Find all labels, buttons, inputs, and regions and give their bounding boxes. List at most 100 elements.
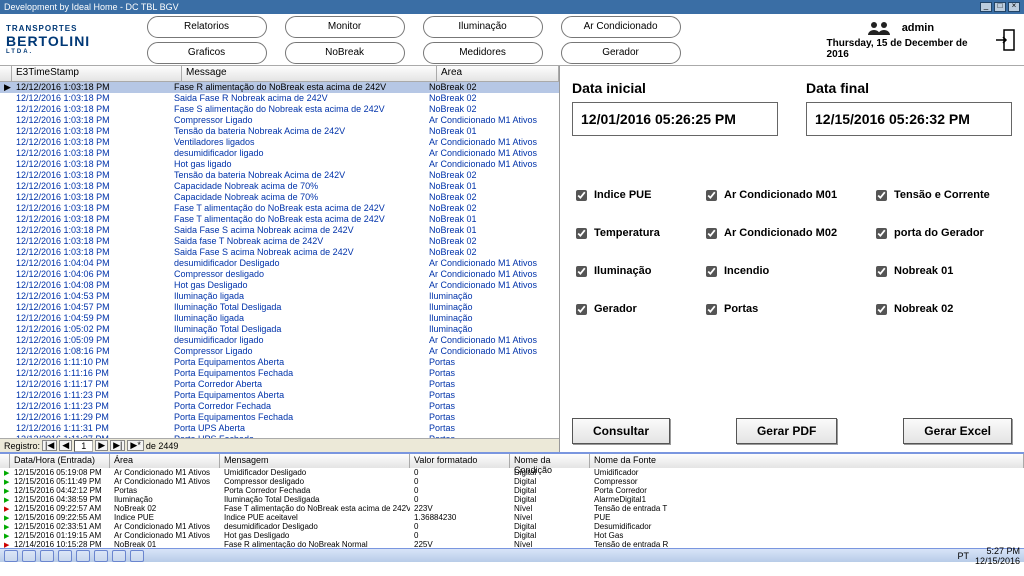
col-header-timestamp[interactable]: E3TimeStamp: [12, 66, 182, 81]
nav-stop[interactable]: ▶*: [127, 440, 143, 451]
table-row[interactable]: 12/12/2016 1:11:29 PMPorta Equipamentos …: [0, 412, 559, 423]
nav-relatorios[interactable]: Relatorios: [147, 16, 267, 38]
table-row[interactable]: 12/12/2016 1:03:18 PMSaida Fase R Nobrea…: [0, 93, 559, 104]
table-row[interactable]: 12/12/2016 1:05:02 PMIluminação Total De…: [0, 324, 559, 335]
checkbox-indice-pue[interactable]: Indice PUE: [572, 176, 702, 214]
nav-nobreak[interactable]: NoBreak: [285, 42, 405, 64]
alarm-row[interactable]: 12/14/2016 10:15:28 PMNoBreak 01Fase R a…: [0, 540, 1024, 548]
gerar-pdf-button[interactable]: Gerar PDF: [736, 418, 837, 444]
table-row[interactable]: 12/12/2016 1:11:31 PMPorta UPS AbertaPor…: [0, 423, 559, 434]
table-row[interactable]: 12/12/2016 1:04:06 PMCompressor desligad…: [0, 269, 559, 280]
table-row[interactable]: 12/12/2016 1:08:16 PMCompressor LigadoAr…: [0, 346, 559, 357]
bcol-mensagem[interactable]: Mensagem: [220, 454, 410, 468]
nav-prev[interactable]: ◀: [59, 440, 72, 451]
nav-medidores[interactable]: Medidores: [423, 42, 543, 64]
nav-graficos[interactable]: Graficos: [147, 42, 267, 64]
alarm-row[interactable]: 12/15/2016 05:11:49 PMAr Condicionado M1…: [0, 477, 1024, 486]
date-initial-field[interactable]: 12/01/2016 05:26:25 PM: [572, 102, 778, 136]
table-row[interactable]: 12/12/2016 1:03:18 PMSaida Fase S acima …: [0, 247, 559, 258]
taskbar-icon[interactable]: [130, 550, 144, 562]
table-row[interactable]: 12/12/2016 1:11:17 PMPorta Corredor Aber…: [0, 379, 559, 390]
table-row[interactable]: 12/12/2016 1:03:18 PMCapacidade Nobreak …: [0, 192, 559, 203]
taskbar-icon[interactable]: [40, 550, 54, 562]
nav-arcondicionado[interactable]: Ar Condicionado: [561, 16, 681, 38]
table-row[interactable]: 12/12/2016 1:11:16 PMPorta Equipamentos …: [0, 368, 559, 379]
checkbox-porta-do-gerador[interactable]: porta do Gerador: [872, 214, 1012, 252]
table-row[interactable]: 12/12/2016 1:04:08 PMHot gas DesligadoAr…: [0, 280, 559, 291]
table-row[interactable]: 12/12/2016 1:05:09 PMdesumidificador lig…: [0, 335, 559, 346]
table-row[interactable]: 12/12/2016 1:11:23 PMPorta Equipamentos …: [0, 390, 559, 401]
close-button[interactable]: ×: [1008, 2, 1020, 12]
bcol-condicao[interactable]: Nome da Condição: [510, 454, 590, 468]
taskbar-icon[interactable]: [58, 550, 72, 562]
logout-icon[interactable]: [993, 26, 1018, 54]
checkbox-temperatura[interactable]: Temperatura: [572, 214, 702, 252]
bcol-fonte[interactable]: Nome da Fonte: [590, 454, 1024, 468]
date-final-field[interactable]: 12/15/2016 05:26:32 PM: [806, 102, 1012, 136]
alarm-row[interactable]: 12/15/2016 04:38:59 PMIluminaçãoIluminaç…: [0, 495, 1024, 504]
checkbox-nobreak-01[interactable]: Nobreak 01: [872, 252, 1012, 290]
table-row[interactable]: 12/12/2016 1:03:18 PMCompressor LigadoAr…: [0, 115, 559, 126]
nav-monitor[interactable]: Monitor: [285, 16, 405, 38]
table-row[interactable]: 12/12/2016 1:03:18 PMFase S alimentação …: [0, 104, 559, 115]
nav-last[interactable]: ▶|: [110, 440, 125, 451]
alarm-row[interactable]: 12/15/2016 09:22:55 AMIndice PUEIndice P…: [0, 513, 1024, 522]
username: admin: [902, 22, 934, 34]
table-row[interactable]: 12/12/2016 1:03:18 PMVentiladores ligado…: [0, 137, 559, 148]
checkbox-tens-o-e-corrente[interactable]: Tensão e Corrente: [872, 176, 1012, 214]
alarm-row[interactable]: 12/15/2016 02:33:51 AMAr Condicionado M1…: [0, 522, 1024, 531]
table-row[interactable]: 12/12/2016 1:03:18 PMFase T alimentação …: [0, 214, 559, 225]
tray-date: 12/15/2016: [975, 556, 1020, 566]
table-row[interactable]: 12/12/2016 1:11:37 PMPorta UPS FechadaPo…: [0, 434, 559, 438]
taskbar-icon[interactable]: [112, 550, 126, 562]
consultar-button[interactable]: Consultar: [572, 418, 670, 444]
table-row[interactable]: 12/12/2016 1:03:18 PMFase T alimentação …: [0, 203, 559, 214]
bcol-datahora[interactable]: Data/Hora (Entrada): [10, 454, 110, 468]
table-row[interactable]: 12/12/2016 1:03:18 PMTensão da bateria N…: [0, 170, 559, 181]
nav-position[interactable]: 1: [74, 440, 93, 452]
nav-iluminacao[interactable]: Iluminação: [423, 16, 543, 38]
table-row[interactable]: 12/12/2016 1:03:18 PMCapacidade Nobreak …: [0, 181, 559, 192]
taskbar-icon[interactable]: [76, 550, 90, 562]
table-row[interactable]: 12/12/2016 1:03:18 PMTensão da bateria N…: [0, 126, 559, 137]
tray-lang[interactable]: PT: [957, 551, 969, 561]
checkbox-gerador[interactable]: Gerador: [572, 290, 702, 328]
checkbox-nobreak-02[interactable]: Nobreak 02: [872, 290, 1012, 328]
table-row[interactable]: 12/12/2016 1:03:18 PMSaida Fase S acima …: [0, 225, 559, 236]
nav-first[interactable]: |◀: [42, 440, 57, 451]
table-row[interactable]: 12/12/2016 1:03:18 PMSaida fase T Nobrea…: [0, 236, 559, 247]
col-header-message[interactable]: Message: [182, 66, 437, 81]
table-row[interactable]: 12/12/2016 1:11:23 PMPorta Corredor Fech…: [0, 401, 559, 412]
table-row[interactable]: 12/12/2016 1:04:57 PMIluminação Total De…: [0, 302, 559, 313]
event-grid-body[interactable]: ▶12/12/2016 1:03:18 PMFase R alimentação…: [0, 82, 559, 438]
table-row[interactable]: 12/12/2016 1:04:59 PMIluminação ligadaIl…: [0, 313, 559, 324]
start-button[interactable]: [4, 550, 18, 562]
table-row[interactable]: 12/12/2016 1:11:10 PMPorta Equipamentos …: [0, 357, 559, 368]
table-row[interactable]: 12/12/2016 1:03:18 PMHot gas ligadoAr Co…: [0, 159, 559, 170]
minimize-button[interactable]: _: [980, 2, 992, 12]
taskbar-icon[interactable]: [22, 550, 36, 562]
alarm-row[interactable]: 12/15/2016 04:42:12 PMPortasPorta Corred…: [0, 486, 1024, 495]
alarm-grid-body[interactable]: 12/15/2016 05:19:08 PMAr Condicionado M1…: [0, 468, 1024, 548]
bcol-valor[interactable]: Valor formatado: [410, 454, 510, 468]
nav-gerador[interactable]: Gerador: [561, 42, 681, 64]
checkbox-ar-condicionado-m01[interactable]: Ar Condicionado M01: [702, 176, 872, 214]
checkbox-ar-condicionado-m02[interactable]: Ar Condicionado M02: [702, 214, 872, 252]
table-row[interactable]: 12/12/2016 1:04:04 PMdesumidificador Des…: [0, 258, 559, 269]
taskbar-icon[interactable]: [94, 550, 108, 562]
date-initial-label: Data inicial: [572, 80, 778, 96]
table-row[interactable]: 12/12/2016 1:03:18 PMdesumidificador lig…: [0, 148, 559, 159]
checkbox-ilumina-o[interactable]: Iluminação: [572, 252, 702, 290]
checkbox-incendio[interactable]: Incendio: [702, 252, 872, 290]
alarm-row[interactable]: 12/15/2016 09:22:57 AMNoBreak 02Fase T a…: [0, 504, 1024, 513]
alarm-row[interactable]: 12/15/2016 05:19:08 PMAr Condicionado M1…: [0, 468, 1024, 477]
table-row[interactable]: 12/12/2016 1:04:53 PMIluminação ligadaIl…: [0, 291, 559, 302]
col-header-area[interactable]: Area: [437, 66, 559, 81]
table-row[interactable]: ▶12/12/2016 1:03:18 PMFase R alimentação…: [0, 82, 559, 93]
gerar-excel-button[interactable]: Gerar Excel: [903, 418, 1012, 444]
maximize-button[interactable]: □: [994, 2, 1006, 12]
checkbox-portas[interactable]: Portas: [702, 290, 872, 328]
nav-next[interactable]: ▶: [95, 440, 108, 451]
alarm-row[interactable]: 12/15/2016 01:19:15 AMAr Condicionado M1…: [0, 531, 1024, 540]
bcol-area[interactable]: Área: [110, 454, 220, 468]
